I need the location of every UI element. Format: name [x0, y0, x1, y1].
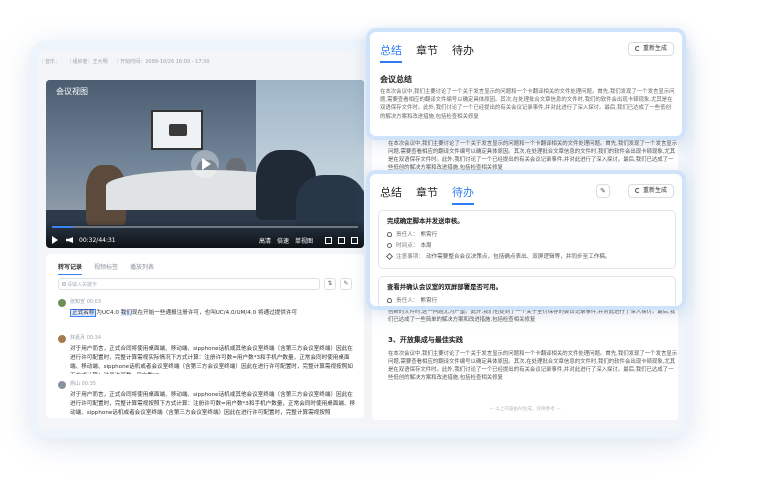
message-text: 为UC4.0 [96, 310, 121, 316]
edit-transcript-button[interactable]: ✎ [340, 278, 352, 290]
play-icon[interactable] [52, 236, 58, 244]
refresh-icon [634, 46, 640, 51]
meta-item: ｜组织者：王大明 [67, 59, 108, 65]
owner-value: 熊霄行 [420, 298, 438, 304]
message-text: 现在开始一些通报注册许可，也叫UC/4.0/UM/4.0 将通过提供许可 [131, 310, 298, 316]
subtitle-icon[interactable] [325, 236, 332, 244]
regenerate-button[interactable]: 重新生成 [627, 42, 674, 56]
tab-transcript[interactable]: 转写记录 [58, 262, 83, 275]
summary-body: 在本次会议中,我们主要讨论了一个关于发言显示的问题和一个卡翻译相关的文件处理问题… [380, 89, 675, 120]
todo-item[interactable]: 完成确定脚本并发送审核。 责任人： 熊霄行 时间点： 本周 注意事项： 动作需要整合会… [378, 210, 676, 269]
transcript-message: 林嘉月 00:34 对于用户而言，正式合同将使用桌面端、移动端、sipphone… [58, 334, 358, 374]
tab-summary[interactable]: 总结 [380, 184, 402, 205]
person-icon [387, 231, 392, 237]
search-placeholder: 请输入关键字 [67, 282, 98, 288]
speaker-name: 林嘉月 [70, 335, 86, 341]
view-button[interactable]: 单视图 [295, 236, 313, 245]
tab-chapters[interactable]: 章节 [416, 184, 438, 205]
todo-item[interactable]: 查看并确认会议室的双屏部署是否可用。 责任人： 熊霄行 [378, 276, 676, 306]
search-icon [62, 282, 66, 286]
fullscreen-icon[interactable] [351, 236, 358, 244]
video-controls: 00:32/44:31 高清 倍速 单视图 [46, 220, 364, 248]
owner-label: 责任人： [396, 298, 419, 304]
quality-button[interactable]: 高清 [259, 236, 271, 245]
speed-button[interactable]: 倍速 [277, 236, 289, 245]
regenerate-label: 重新生成 [642, 187, 667, 194]
regenerate-label: 重新生成 [642, 45, 667, 52]
time-value: 本周 [420, 243, 432, 249]
edit-button[interactable]: ✎ [596, 184, 610, 198]
message-text: 对于用户而言，正式合同将使用桌面端、移动端、sipphone话机或其他会议室终端… [70, 346, 353, 374]
meeting-meta: ｜音乐： ｜组织者：王大明 ｜开始时间：2099-10/26 16:00 - 1… [40, 58, 216, 65]
tab-todos[interactable]: 待办 [452, 42, 474, 63]
video-progress-bar[interactable] [52, 226, 358, 228]
filter-button[interactable]: ⇅ [324, 278, 336, 290]
note-value: 动作需要整合会议决策点，包括确点表出、双屏逻辑等，并同步至工作稿。 [425, 254, 611, 260]
note-label: 注意事项： [396, 254, 424, 260]
tab-video-tags[interactable]: 视频标签 [94, 262, 118, 275]
play-overlay-button[interactable] [191, 150, 219, 178]
todo-card: 总结 章节 待办 ✎ 重新生成 完成确定脚本并发送审核。 责任人： 熊霄行 时间点… [366, 170, 686, 310]
summary-card: 总结 章节 待办 重新生成 会议总结 在本次会议中,我们主要讨论了一个关于发言显… [366, 28, 686, 140]
message-time[interactable]: 00:34 [87, 334, 101, 343]
highlighted-text: 我们 [120, 310, 132, 316]
video-frame-screen [151, 110, 203, 150]
person-icon [387, 297, 392, 303]
avatar [58, 380, 66, 389]
tab-summary[interactable]: 总结 [380, 42, 402, 63]
summary-title: 会议总结 [380, 75, 412, 84]
video-title: 会议视图 [56, 87, 88, 96]
video-progress-fill [52, 226, 74, 228]
avatar [58, 334, 66, 343]
pencil-icon: ✎ [600, 187, 606, 195]
tab-todos[interactable]: 待办 [452, 184, 474, 205]
summary-text: 创新的文件时,这一问题尤为严重。此外,我们也提到了一个关于至讨保存的会议记录事件… [388, 309, 676, 323]
avatar [58, 298, 66, 307]
transcript-panel: 转写记录 视频标签 播放列表 请输入关键字 ⇅ ✎ 张知宣 00:03 正式名称… [46, 254, 364, 418]
meta-item: ｜开始时间：2099-10/26 16:00 - 17:30 [115, 59, 210, 65]
summary-text: 在本次会议中,我们主要讨论了一个关于发言显示的问题和一个卡翻译相关的文件处理问题… [388, 351, 678, 381]
speaker-name: 张知宣 [70, 299, 86, 305]
ai-disclaimer: — 以上内容由AI生成，仅供参考 — [489, 407, 561, 412]
message-time[interactable]: 00:03 [87, 298, 101, 307]
video-time: 00:32/44:31 [79, 236, 116, 244]
left-panel: 会议视图 00:32/44:31 高清 倍速 单视图 转写记录 视频标签 播放列… [46, 72, 366, 418]
transcript-message: 杨山 00:35 对于用户而言，正式合同将使用桌面端、移动端、sipphone话… [58, 380, 358, 418]
highlighted-text: 正式名称 [70, 309, 97, 317]
tab-playlist[interactable]: 播放列表 [130, 262, 154, 275]
summary-text: 在本次会议中,我们主要讨论了一个关于发言显示的问题和一个卡翻译相关的文件处理问题… [388, 141, 678, 171]
time-label: 时间点： [396, 243, 419, 249]
regenerate-button[interactable]: 重新生成 [627, 184, 674, 198]
refresh-icon [634, 188, 640, 193]
tab-chapters[interactable]: 章节 [416, 42, 438, 63]
chapter-heading[interactable]: 3、开放集成与最佳实践 [388, 335, 463, 345]
tag-icon [385, 252, 394, 260]
todo-title: 查看并确认会议室的双屏部署是否可用。 [387, 283, 503, 291]
clock-icon [387, 242, 392, 248]
transcript-message: 张知宣 00:03 正式名称 为UC4.0 我们现在开始一些通报注册许可，也叫UC… [58, 298, 358, 318]
pip-icon[interactable] [338, 236, 345, 244]
volume-icon[interactable] [66, 237, 73, 243]
transcript-search-input[interactable]: 请输入关键字 [58, 278, 320, 290]
todo-title: 完成确定脚本并发送审核。 [387, 217, 464, 225]
owner-value: 熊霄行 [420, 232, 438, 238]
video-player[interactable]: 会议视图 00:32/44:31 高清 倍速 单视图 [46, 80, 364, 248]
speaker-name: 杨山 [70, 381, 81, 387]
owner-label: 责任人： [396, 232, 419, 238]
meta-item: ｜音乐： [40, 59, 61, 65]
message-text: 对于用户而言，正式合同将使用桌面端、移动端、sipphone话机或其他会议室终端… [70, 392, 356, 416]
message-time[interactable]: 00:35 [82, 380, 96, 389]
